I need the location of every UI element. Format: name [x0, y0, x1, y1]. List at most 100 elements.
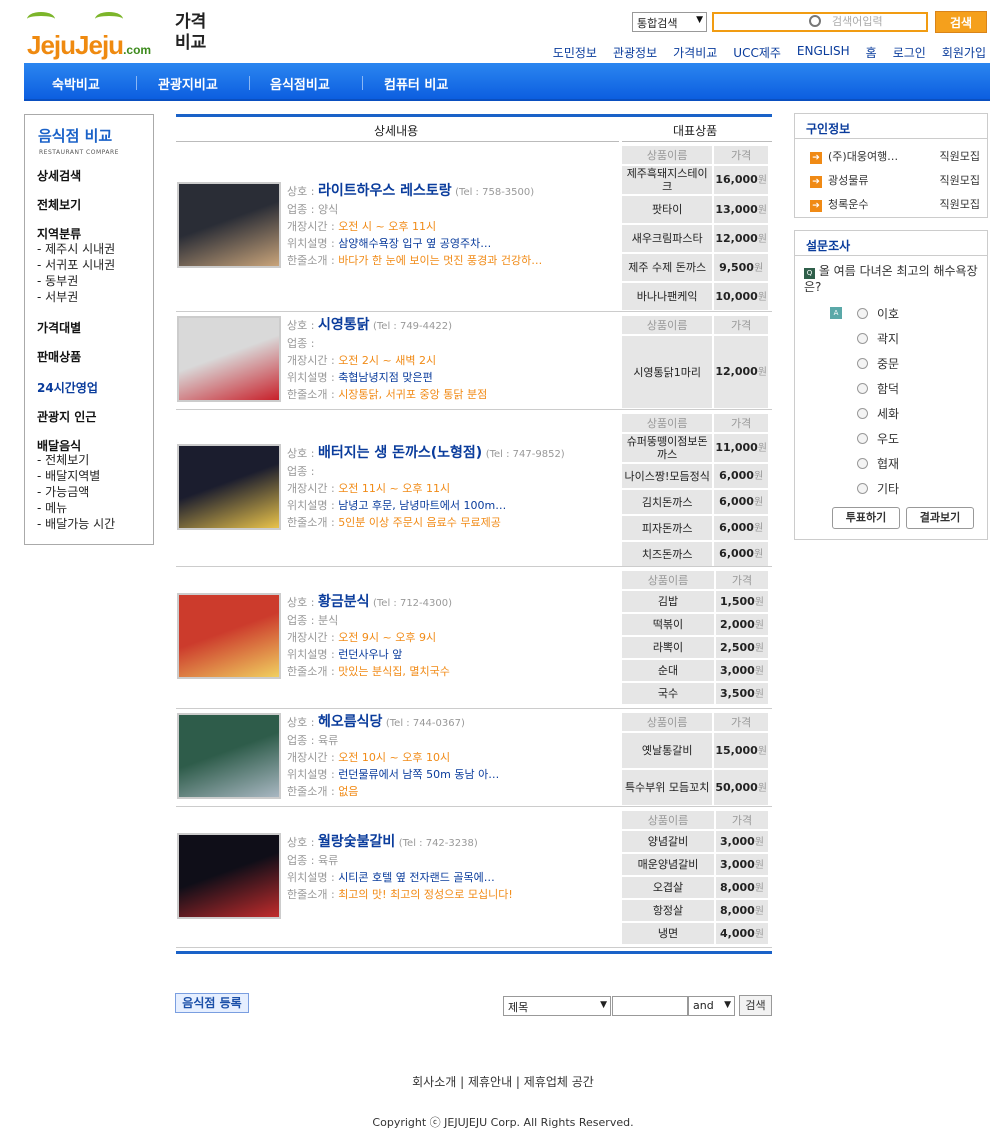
restaurant-location: 삼양해수욕장 입구 옆 공영주차…	[338, 237, 492, 250]
price-header: 가격	[714, 713, 768, 731]
product-table: 상품이름 가격 옛날통갈비 15,000원 특수부위 모듬꼬치 50,000원	[622, 711, 772, 807]
product-price: 6,000원	[714, 542, 768, 566]
product-name: 국수	[622, 683, 714, 704]
poll-option[interactable]: 곽지	[857, 330, 899, 347]
top-nav-home[interactable]: 홈	[866, 44, 877, 61]
poll-option[interactable]: 함덕	[857, 380, 899, 397]
restaurant-photo[interactable]	[177, 182, 281, 268]
top-nav-login[interactable]: 로그인	[893, 44, 926, 61]
restaurant-info: 상호 : 황금분식 (Tel : 712-4300) 업종 : 분식 개장시간 : …	[287, 594, 452, 680]
footer-links[interactable]: 회사소개 | 제휴안내 | 제휴업체 공간	[0, 1073, 1006, 1090]
restaurant-info: 상호 : 배터지는 생 돈까스(노형점) (Tel : 747-9852) 업종 …	[287, 445, 565, 531]
nav-sale-items[interactable]: 판매상품	[37, 348, 81, 365]
restaurant-name[interactable]: 배터지는 생 돈까스(노형점)	[318, 445, 482, 461]
nav-region-jeju[interactable]: - 제주시 시내권	[37, 241, 115, 257]
search-input[interactable]: 검색어입력	[712, 12, 928, 32]
header-detail: 상세내용	[374, 124, 419, 138]
register-restaurant-button[interactable]: 음식점 등록	[175, 993, 249, 1013]
search-button[interactable]: 검색	[935, 11, 987, 33]
nav-view-all[interactable]: 전체보기	[37, 196, 81, 213]
poll-option[interactable]: 이호	[857, 305, 899, 322]
location-label: 위치설명 :	[287, 499, 335, 512]
menu-tour[interactable]: 관광지비교	[158, 74, 218, 93]
vote-button[interactable]: 투표하기	[832, 507, 900, 529]
restaurant-photo[interactable]	[177, 833, 281, 919]
product-price: 50,000원	[714, 770, 768, 805]
product-price: 8,000원	[716, 900, 768, 921]
hours-label: 개장시간 :	[287, 354, 335, 367]
poll-option[interactable]: 우도	[857, 430, 899, 447]
nav-detail-search[interactable]: 상세검색	[37, 167, 81, 184]
poll-result-button[interactable]: 결과보기	[906, 507, 974, 529]
poll-option[interactable]: 중문	[857, 355, 899, 372]
restaurant-hours: 오전 9시 ~ 오후 9시	[338, 631, 437, 644]
nav-region-seogwipo[interactable]: - 서귀포 시내권	[37, 257, 115, 273]
nav-region-west[interactable]: - 서부권	[37, 289, 78, 305]
table-row: 상호 : 배터지는 생 돈까스(노형점) (Tel : 747-9852) 업종 …	[176, 410, 772, 567]
nav-delivery-menu[interactable]: - 메뉴	[37, 500, 67, 516]
product-price: 3,500원	[716, 683, 768, 704]
leaf-icon	[27, 12, 55, 26]
restaurant-photo[interactable]	[177, 713, 281, 799]
menu-computer[interactable]: 컴퓨터 비교	[384, 74, 448, 93]
top-nav-ucc[interactable]: UCC제주	[733, 44, 781, 61]
search-field-select[interactable]: 제목 ▼	[503, 996, 611, 1016]
name-label: 상호 :	[287, 596, 315, 609]
poll-option[interactable]: 협재	[857, 455, 899, 472]
nav-region-east[interactable]: - 동부권	[37, 273, 78, 289]
restaurant-name[interactable]: 헤오름식당	[318, 714, 382, 730]
restaurant-photo[interactable]	[177, 316, 281, 402]
job-item[interactable]: ➔ 청록운수 직원모집	[810, 196, 980, 212]
job-item[interactable]: ➔ 광성물류 직원모집	[810, 172, 980, 188]
product-price: 6,000원	[714, 490, 768, 514]
bottom-search-input[interactable]	[612, 996, 688, 1016]
menu-restaurant[interactable]: 음식점비교	[270, 74, 330, 93]
restaurant-photo[interactable]	[177, 593, 281, 679]
bottom-search-button[interactable]: 검색	[739, 995, 772, 1016]
nav-delivery-area[interactable]: - 배달지역별	[37, 468, 100, 484]
restaurant-name[interactable]: 황금분식	[318, 594, 370, 610]
top-nav-english[interactable]: ENGLISH	[797, 44, 850, 61]
nav-delivery-amount[interactable]: - 가능금액	[37, 484, 89, 500]
nav-region-head: 지역분류	[37, 227, 82, 241]
product-price: 2,000원	[716, 614, 768, 635]
nav-near-tour[interactable]: 관광지 인근	[37, 408, 96, 425]
top-nav-signup[interactable]: 회원가입	[942, 44, 986, 61]
top-nav: 도민정보 관광정보 가격비교 UCC제주 ENGLISH 홈 로그인 회원가입	[553, 44, 986, 61]
top-nav-price[interactable]: 가격비교	[673, 44, 717, 61]
product-price: 3,000원	[716, 854, 768, 875]
list-bottom-line	[176, 951, 772, 954]
top-nav-local[interactable]: 도민정보	[553, 44, 597, 61]
product-name: 치즈돈까스	[622, 542, 713, 566]
restaurant-name[interactable]: 시영통닭	[318, 317, 370, 333]
search-scope-select[interactable]: 통합검색 ▼	[632, 12, 707, 32]
nav-24h[interactable]: 24시간영업	[37, 379, 98, 396]
poll-option[interactable]: 세화	[857, 405, 899, 422]
restaurant-name[interactable]: 라이트하우스 레스토랑	[318, 183, 452, 199]
job-item[interactable]: ➔ (주)대웅여행… 직원모집	[810, 148, 980, 164]
menu-lodging[interactable]: 숙박비교	[52, 74, 100, 93]
arrow-right-icon: ➔	[810, 176, 822, 188]
location-label: 위치설명 :	[287, 871, 335, 884]
left-nav: 음식점 비교 RESTAURANT COMPARE 상세검색 전체보기 지역분류…	[24, 114, 154, 545]
nav-delivery-time[interactable]: - 배달가능 시간	[37, 516, 115, 532]
top-nav-tour[interactable]: 관광정보	[613, 44, 657, 61]
type-label: 업종 :	[287, 614, 315, 627]
type-label: 업종 :	[287, 854, 315, 867]
left-nav-title: 음식점 비교	[38, 127, 113, 145]
poll-option[interactable]: 기타	[857, 480, 899, 497]
search-op-select[interactable]: and ▼	[688, 996, 735, 1016]
nav-delivery-all[interactable]: - 전체보기	[37, 452, 89, 468]
restaurant-type: 육류	[317, 854, 339, 867]
restaurant-tel: (Tel : 744-0367)	[385, 718, 465, 729]
restaurant-tel: (Tel : 749-4422)	[372, 321, 452, 332]
site-logo[interactable]: JejuJeju.com 가격 비교	[25, 10, 225, 60]
nav-price-range[interactable]: 가격대별	[37, 319, 81, 336]
product-price: 15,000원	[714, 733, 768, 768]
list-header: 상세내용 대표상품	[176, 114, 772, 142]
product-name: 바나나팬케익	[622, 283, 713, 310]
restaurant-photo[interactable]	[177, 444, 281, 530]
restaurant-name[interactable]: 월랑숯불갈비	[318, 834, 395, 850]
page-title: 가격 비교	[175, 12, 207, 53]
product-name: 항정살	[622, 900, 714, 921]
